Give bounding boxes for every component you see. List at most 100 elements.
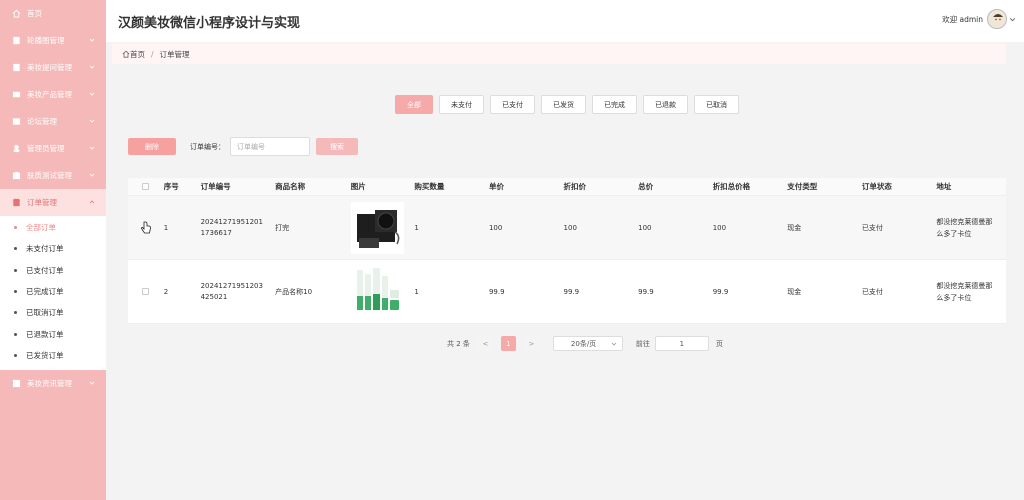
address: 都没挖克莱德曼那 么多了卡位 [936,217,993,238]
home-icon [11,9,21,19]
product-name: 产品名称10 [275,287,313,296]
bullet-icon [14,247,17,251]
chevron-down-icon [89,119,95,123]
tab-refunded[interactable]: 已退款 [643,95,688,114]
submenu-label: 已发货订单 [26,350,64,360]
shop-icon [11,36,21,46]
row-checkbox[interactable] [142,288,150,295]
power-supply-product-image [350,201,404,254]
tab-unpaid[interactable]: 未支付 [439,95,484,114]
col-header: 支付类型 [787,182,818,191]
product-name: 打完 [275,223,290,232]
breadcrumb-current: 订单管理 [159,49,190,59]
chevron-down-icon [1009,17,1016,21]
unit-price: 99.9 [488,287,505,296]
row-number: 1 [163,223,169,232]
sidebar-item-products[interactable]: 美妆产品管理 [0,81,106,108]
submenu-completed-orders[interactable]: 已完成订单 [0,281,106,302]
sidebar-item-orders[interactable]: 订单管理 [0,189,106,216]
chevron-down-icon [89,381,95,385]
select-all-checkbox[interactable] [142,183,150,190]
order-number-label: 订单编号： [190,143,225,151]
delete-button[interactable]: 删除 [128,138,176,155]
table-row[interactable]: 1 20241271951201 1736617 打完 1 100 100 100… [128,196,1006,260]
payment-type: 现金 [787,287,802,296]
prev-page-button[interactable]: < [477,336,493,351]
submenu-refunded-orders[interactable]: 已退款订单 [0,323,106,344]
chevron-down-icon [89,38,95,42]
search-button[interactable]: 搜索 [316,138,358,155]
order-number: 20241271951203 425021 [200,281,263,301]
forum-icon [11,117,21,127]
sidebar-item-news[interactable]: 美妆资讯管理 [0,370,106,397]
col-header: 商品名称 [275,182,306,191]
chevron-down-icon [89,173,95,177]
col-header: 单价 [488,182,504,191]
quantity: 1 [414,223,419,232]
page-size-select[interactable]: 20条/页 [552,336,623,351]
chevron-down-icon [89,92,95,96]
sidebar-item-admins[interactable]: 管理员管理 [0,135,106,162]
chevron-down-icon [89,65,95,69]
tab-paid[interactable]: 已支付 [490,95,535,114]
sidebar-item-home[interactable]: 首页 [0,0,106,27]
bullet-icon [14,226,17,230]
orders-submenu: 全部订单 未支付订单 已支付订单 已完成订单 已取消订单 已退款订单 已发货订单 [0,216,106,371]
status-tabs: 全部 未支付 已支付 已发货 已完成 已退款 已取消 [395,95,745,114]
goto-page-input[interactable]: 1 [654,336,709,351]
submenu-label: 已完成订单 [26,287,64,297]
submenu-paid-orders[interactable]: 已支付订单 [0,260,106,281]
col-header: 订单编号 [200,182,231,191]
col-header: 订单状态 [861,182,892,191]
sidebar-item-label: 首页 [27,9,42,18]
sidebar-item-questions[interactable]: 美妆提问管理 [0,54,106,81]
order-status: 已支付 [861,287,883,296]
home-icon [122,50,130,58]
sidebar-item-label: 美妆提问管理 [27,63,72,72]
tab-completed[interactable]: 已完成 [592,95,637,114]
submenu-cancelled-orders[interactable]: 已取消订单 [0,302,106,323]
row-number: 2 [163,287,169,296]
col-header: 购买数量 [414,182,445,191]
bullet-icon [14,290,17,294]
cosmetics-product-image [350,265,404,318]
submenu-label: 已取消订单 [26,308,64,318]
submenu-unpaid-orders[interactable]: 未支付订单 [0,238,106,259]
sidebar-item-label: 美妆产品管理 [27,90,72,99]
page-size-value: 20条/页 [570,339,597,348]
goto-label: 前往 [635,339,650,348]
next-page-button[interactable]: > [523,336,539,351]
chevron-down-icon [89,146,95,150]
discount-total: 99.9 [712,287,729,296]
avatar[interactable] [987,9,1007,29]
user-menu[interactable]: 欢迎 admin [942,9,1016,29]
unit-price: 100 [488,223,503,232]
submenu-shipped-orders[interactable]: 已发货订单 [0,345,106,366]
tab-shipped[interactable]: 已发货 [541,95,586,114]
total-price: 99.9 [638,287,654,296]
sidebar-item-skin-test[interactable]: 肤质测试管理 [0,162,106,189]
table-row[interactable]: 2 20241271951203 425021 产品名称10 1 99.9 99.… [128,260,1006,324]
submenu-label: 全部订单 [26,223,56,233]
tab-cancelled[interactable]: 已取消 [694,95,739,114]
breadcrumb-home[interactable]: 首页 [130,49,145,60]
sidebar-item-label: 论坛管理 [27,117,57,126]
col-header: 总价 [638,182,654,191]
orders-table: 序号 订单编号 商品名称 图片 购买数量 单价 折扣价 总价 折扣总价格 支付类… [128,178,1006,324]
sidebar-item-forum[interactable]: 论坛管理 [0,108,106,135]
tab-all[interactable]: 全部 [395,95,433,114]
sidebar: 首页 轮播图管理 美妆提问管理 美妆产品管理 论坛管理 管理员管理 肤质测试管理… [0,0,106,500]
sidebar-item-label: 美妆资讯管理 [27,379,72,389]
submenu-label: 已支付订单 [26,265,64,275]
order-number: 20241271951201 1736617 [200,217,263,237]
chevron-up-icon [89,200,95,204]
page-number-button[interactable]: 1 [500,336,516,351]
top-header: 汉颜美妆微信小程序设计与实现 欢迎 admin [106,0,1024,42]
order-number-input[interactable]: 订单编号 [230,137,310,156]
submenu-all-orders[interactable]: 全部订单 [0,217,106,238]
payment-type: 现金 [787,223,802,232]
page-unit-label: 页 [715,339,723,348]
discount-price: 99.9 [563,287,580,296]
sidebar-item-carousel[interactable]: 轮播图管理 [0,27,106,54]
submenu-label: 未支付订单 [26,244,64,254]
